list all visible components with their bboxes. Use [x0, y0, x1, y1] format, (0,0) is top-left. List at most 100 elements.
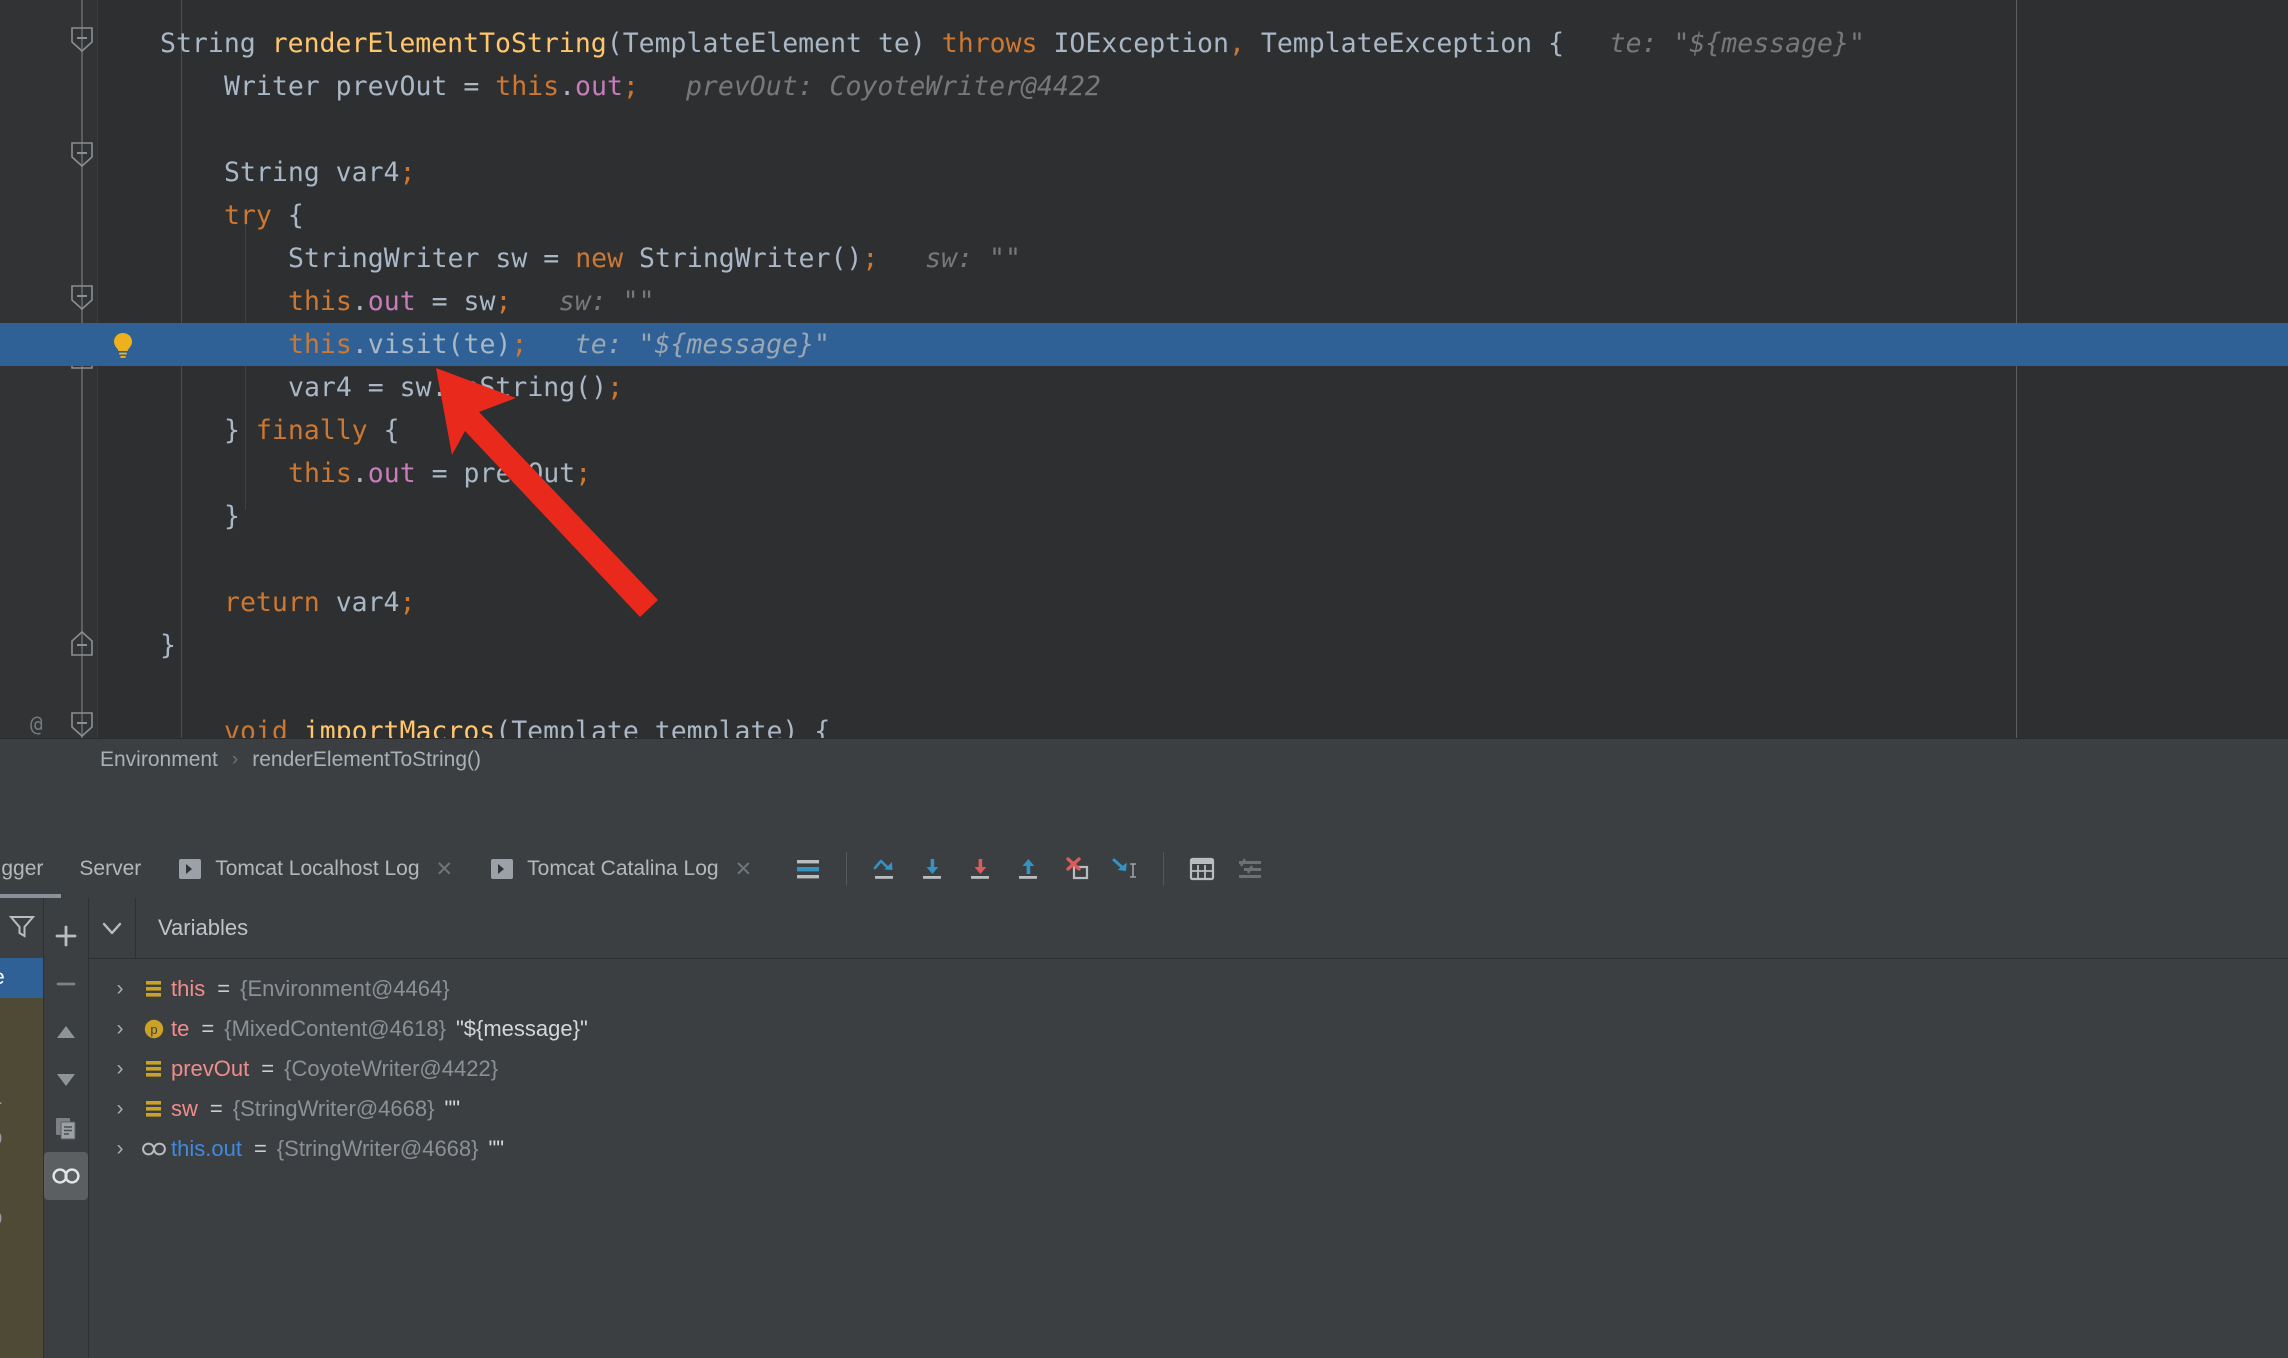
variable-name: te [171, 1016, 190, 1041]
add-watch-button[interactable] [44, 912, 88, 960]
watch-icon [137, 1137, 171, 1161]
drop-frame-icon[interactable] [1055, 847, 1099, 891]
evaluate-expression-icon[interactable] [1180, 847, 1224, 891]
settings-icon[interactable] [1228, 847, 1272, 891]
close-icon[interactable]: ✕ [735, 857, 753, 882]
variable-row[interactable]: › this = {Environment@4464} [89, 969, 2288, 1009]
code-line[interactable]: return var4; [0, 581, 2288, 624]
tab-debugger[interactable]: bugger [0, 840, 62, 898]
expand-chevron-icon[interactable]: › [103, 1017, 137, 1041]
lightbulb-icon[interactable] [108, 330, 138, 360]
variable-row[interactable]: › p te = {MixedContent@4618} "${message}" [89, 1009, 2288, 1049]
variable-value: {MixedContent@4618} [224, 1016, 446, 1041]
variables-panel[interactable]: Variables › this = {Environment@4464} › p te = {… [89, 898, 2288, 1358]
variables-header[interactable]: Variables [89, 898, 2288, 959]
code-token: StringWriter() [639, 243, 863, 274]
expand-chevron-icon[interactable]: › [103, 1137, 137, 1161]
code-token: = sw [415, 286, 496, 317]
code-line[interactable]: } [0, 624, 2288, 667]
variable-name: this.out [171, 1136, 242, 1161]
code-token: ; [399, 157, 416, 188]
code-line[interactable]: StringWriter sw = new StringWriter(); sw:… [0, 237, 2288, 280]
frames-list[interactable]: endevalAevalval:1ccepsit:3ccepsit:3roce [0, 958, 43, 1358]
code-line[interactable]: } finally { [0, 409, 2288, 452]
code-token: out [575, 71, 623, 102]
code-line[interactable] [0, 667, 2288, 710]
code-token: ; [622, 71, 639, 102]
code-token: return [224, 587, 336, 618]
breadcrumb[interactable]: Environment › renderElementToString() [0, 738, 2288, 781]
frame-row[interactable]: eval [0, 1038, 43, 1078]
variables-list[interactable]: › this = {Environment@4464} › p te = {MixedConte… [89, 959, 2288, 1358]
code-line[interactable]: String var4; [0, 151, 2288, 194]
frame-row[interactable]: val:1 [0, 1078, 43, 1118]
toggle-watches-button[interactable] [44, 1152, 88, 1200]
breadcrumb-item-class[interactable]: Environment [100, 748, 218, 772]
chevron-down-icon[interactable] [89, 915, 135, 941]
variable-row[interactable]: › sw = {StringWriter@4668} "" [89, 1089, 2288, 1129]
code-token: String var4 [224, 157, 400, 188]
step-into-icon[interactable] [911, 847, 955, 891]
tab-tomcat-catalina-log[interactable]: Tomcat Catalina Log ✕ [471, 840, 770, 898]
move-watch-up-button[interactable] [44, 1008, 88, 1056]
frames-panel[interactable]: endevalAevalval:1ccepsit:3ccepsit:3roce [0, 898, 44, 1358]
frame-row[interactable]: valA [0, 998, 43, 1038]
force-step-into-icon[interactable] [959, 847, 1003, 891]
step-over-icon[interactable] [863, 847, 907, 891]
code-line[interactable]: this.visit(te); te: "${message}" [0, 323, 2288, 366]
code-line[interactable]: this.out = sw; sw: "" [0, 280, 2288, 323]
frame-row[interactable]: sit:3 [0, 1158, 43, 1198]
debug-tool-window-tabs[interactable]: bugger Server Tomcat Localhost Log ✕ [0, 840, 2288, 899]
expand-chevron-icon[interactable]: › [103, 977, 137, 1001]
watches-toolbar[interactable] [44, 898, 89, 1358]
code-line[interactable]: } [0, 495, 2288, 538]
frames-toolbar[interactable] [0, 898, 43, 959]
frame-row-selected[interactable]: ende [0, 958, 43, 998]
expand-chevron-icon[interactable]: › [103, 1057, 137, 1081]
variable-name: prevOut [171, 1056, 250, 1081]
frame-row[interactable]: sit:3 [0, 1238, 43, 1278]
frame-row[interactable]: ccep [0, 1118, 43, 1158]
tool-window-splitter[interactable] [0, 780, 2288, 841]
code-line[interactable]: var4 = sw.toString(); [0, 366, 2288, 409]
show-execution-point-icon[interactable] [786, 847, 830, 891]
close-icon[interactable]: ✕ [436, 857, 454, 882]
code-token: this [288, 329, 352, 360]
debugger-panel: endevalAevalval:1ccepsit:3ccepsit:3roce [0, 898, 2288, 1358]
breadcrumb-item-method[interactable]: renderElementToString() [252, 748, 481, 772]
code-line[interactable] [0, 108, 2288, 151]
code-token: this [495, 71, 560, 102]
filter-icon[interactable] [8, 912, 36, 945]
copy-value-button[interactable] [44, 1104, 88, 1152]
variable-row[interactable]: › prevOut = {CoyoteWriter@4422} [89, 1049, 2288, 1089]
code-token: try [224, 200, 272, 231]
move-watch-down-button[interactable] [44, 1056, 88, 1104]
code-token: .visit(te) [351, 329, 512, 360]
code-line[interactable]: try { [0, 194, 2288, 237]
variable-row[interactable]: › this.out = {StringWriter@4668} "" [89, 1129, 2288, 1169]
frame-row[interactable]: roce [0, 1278, 43, 1318]
expand-chevron-icon[interactable]: › [103, 1097, 137, 1121]
variable-equals: = [209, 1096, 223, 1121]
code-line[interactable]: void importMacros(Template template) { [0, 710, 2288, 738]
code-token: finally [255, 415, 368, 446]
code-token: renderElementToString [271, 28, 607, 59]
run-to-cursor-icon[interactable] [1103, 847, 1147, 891]
tab-tomcat-localhost-log[interactable]: Tomcat Localhost Log ✕ [159, 840, 471, 898]
code-editor[interactable]: @ String renderElementToString(TemplateE… [0, 0, 2288, 738]
code-line[interactable]: Writer prevOut = this.out; prevOut: Coyot… [0, 65, 2288, 108]
variable-name: this [171, 976, 206, 1001]
header-separator [135, 898, 136, 958]
code-line[interactable] [0, 538, 2288, 581]
frame-row[interactable]: ccep [0, 1198, 43, 1238]
code-line[interactable]: String renderElementToString(TemplateEle… [0, 22, 2288, 65]
code-token: } [160, 630, 176, 661]
code-line[interactable]: this.out = prevOut; [0, 452, 2288, 495]
step-out-icon[interactable] [1007, 847, 1051, 891]
code-line-text: try { [224, 194, 304, 237]
remove-watch-button[interactable] [44, 960, 88, 1008]
code-text[interactable]: String renderElementToString(TemplateEle… [0, 0, 2288, 738]
code-line-text: this.out = sw; [288, 280, 511, 323]
tab-server[interactable]: Server [61, 840, 159, 898]
frame-label: ccep [0, 1126, 2, 1149]
